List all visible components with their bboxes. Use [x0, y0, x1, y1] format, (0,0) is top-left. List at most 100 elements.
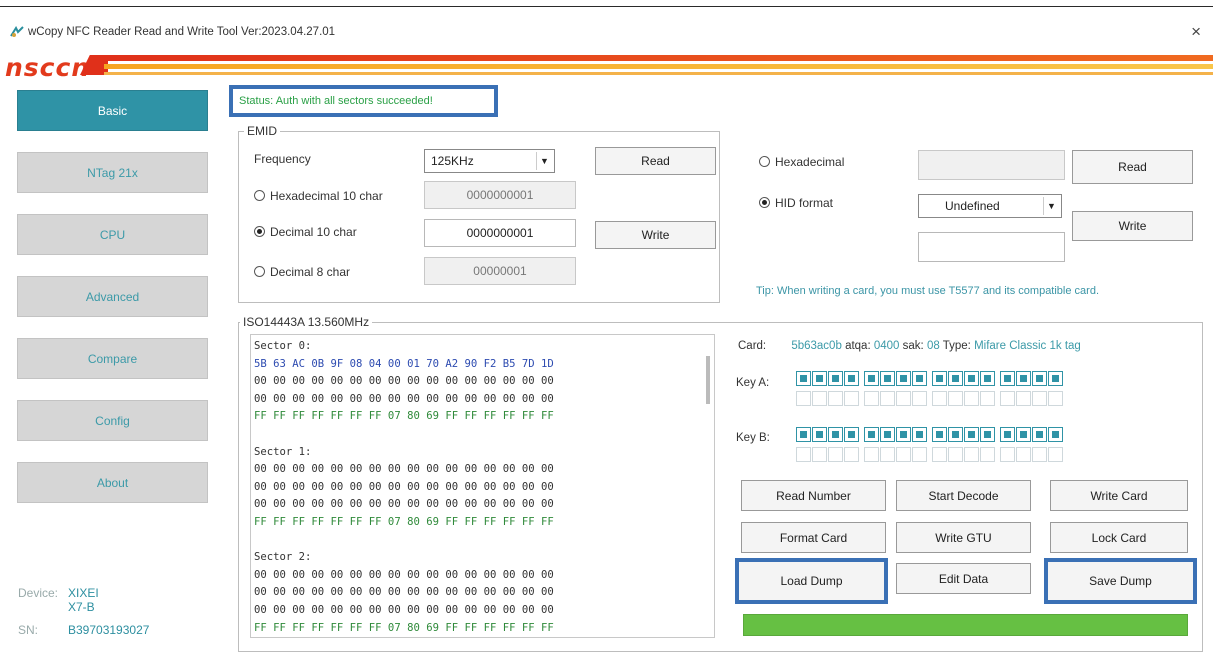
key-sector-box: [1048, 447, 1063, 462]
frequency-select[interactable]: 125KHz ▼: [424, 149, 555, 173]
format-card-button[interactable]: Format Card: [741, 522, 886, 553]
hex-dump-textarea[interactable]: Sector 0: 5B 63 AC 0B 9F 08 04 00 01 70 A…: [250, 334, 715, 638]
progress-bar: [743, 614, 1188, 636]
sak-label: sak:: [902, 340, 924, 352]
key-b-empty-row: [796, 447, 1063, 462]
title-bar: wCopy NFC Reader Read and Write Tool Ver…: [0, 18, 1213, 44]
read-number-button[interactable]: Read Number: [741, 480, 886, 511]
lock-card-button[interactable]: Lock Card: [1050, 522, 1188, 553]
radio-hex10[interactable]: Hexadecimal 10 char: [254, 189, 383, 203]
radio-hexadecimal[interactable]: Hexadecimal: [759, 155, 844, 169]
start-decode-button[interactable]: Start Decode: [896, 480, 1031, 511]
hid-format-select[interactable]: Undefined ▼: [918, 194, 1062, 218]
type-label: Type:: [942, 340, 971, 352]
key-sector-box: [1032, 447, 1047, 462]
sidebar-item-config[interactable]: Config: [17, 400, 208, 441]
key-sector-box: [864, 391, 879, 406]
hid-write-button[interactable]: Write: [1072, 211, 1193, 241]
dec10-field[interactable]: 0000000001: [424, 219, 576, 247]
type-value: Mifare Classic 1k tag: [974, 340, 1081, 352]
key-sector-box: [796, 371, 811, 386]
key-a-label: Key A:: [736, 377, 770, 389]
sidebar-item-about[interactable]: About: [17, 462, 208, 503]
key-sector-box: [1000, 371, 1015, 386]
key-sector-box: [932, 371, 947, 386]
key-sector-box: [912, 427, 927, 442]
hexadecimal-field[interactable]: [918, 150, 1065, 180]
hex-dump-line: 00 00 00 00 00 00 00 00 00 00 00 00 00 0…: [254, 392, 554, 405]
write-gtu-button[interactable]: Write GTU: [896, 522, 1031, 553]
key-sector-box: [1000, 427, 1015, 442]
key-b-status-row: [796, 427, 1063, 442]
card-info: Card: 5b63ac0b atqa: 0400 sak: 08 Type: …: [738, 340, 1081, 352]
card-label: Card:: [738, 340, 767, 352]
load-dump-button[interactable]: Load Dump: [735, 558, 888, 604]
key-sector-box: [828, 391, 843, 406]
key-sector-box: [864, 427, 879, 442]
atqa-label: atqa:: [845, 340, 871, 352]
brand-logo: nsccn: [5, 53, 91, 82]
sak-value: 08: [926, 340, 940, 352]
hex-dump-line: FF FF FF FF FF FF FF 07 80 69 FF FF FF F…: [254, 516, 554, 528]
key-sector-box: [1000, 447, 1015, 462]
chevron-down-icon[interactable]: ▼: [536, 152, 552, 170]
frequency-label: Frequency: [254, 152, 311, 166]
radio-dec10[interactable]: Decimal 10 char: [254, 225, 357, 239]
key-sector-box: [980, 391, 995, 406]
chevron-down-icon[interactable]: ▼: [1043, 197, 1059, 215]
radio-selected-icon[interactable]: [759, 197, 770, 208]
key-a-status-row: [796, 371, 1063, 386]
key-sector-box: [1048, 371, 1063, 386]
radio-icon[interactable]: [254, 190, 265, 201]
key-b-label: Key B:: [736, 432, 770, 444]
key-sector-box: [828, 427, 843, 442]
emid-group-title: EMID: [244, 124, 280, 138]
key-sector-box: [932, 427, 947, 442]
hex10-field[interactable]: 0000000001: [424, 181, 576, 209]
top-border: [0, 6, 1213, 7]
radio-dec8[interactable]: Decimal 8 char: [254, 265, 350, 279]
hex-scrollbar[interactable]: [706, 356, 710, 404]
key-sector-box: [964, 427, 979, 442]
key-sector-box: [1016, 391, 1031, 406]
key-sector-box: [812, 371, 827, 386]
emid-read-button[interactable]: Read: [595, 147, 716, 175]
key-sector-box: [828, 371, 843, 386]
emid-write-button[interactable]: Write: [595, 221, 716, 249]
hid-read-button[interactable]: Read: [1072, 150, 1193, 184]
key-sector-box: [948, 371, 963, 386]
key-sector-box: [912, 371, 927, 386]
radio-icon[interactable]: [759, 156, 770, 167]
hid-input[interactable]: [918, 232, 1065, 262]
key-sector-box: [912, 447, 927, 462]
key-sector-box: [1048, 427, 1063, 442]
hex-dump-line: 00 00 00 00 00 00 00 00 00 00 00 00 00 0…: [254, 568, 554, 581]
key-sector-box: [844, 371, 859, 386]
sidebar-item-advanced[interactable]: Advanced: [17, 276, 208, 317]
sidebar-item-basic[interactable]: Basic: [17, 90, 208, 131]
close-icon[interactable]: ×: [1191, 22, 1201, 42]
key-sector-box: [844, 427, 859, 442]
key-sector-box: [896, 427, 911, 442]
sidebar-item-ntag21x[interactable]: NTag 21x: [17, 152, 208, 193]
save-dump-button[interactable]: Save Dump: [1044, 558, 1197, 604]
status-text: Status: Auth with all sectors succeeded!: [239, 95, 433, 107]
key-sector-box: [796, 427, 811, 442]
key-sector-box: [796, 391, 811, 406]
dec8-field[interactable]: 00000001: [424, 257, 576, 285]
key-sector-box: [864, 447, 879, 462]
key-sector-box: [1016, 447, 1031, 462]
card-uid: 5b63ac0b: [791, 340, 842, 352]
radio-hid-format[interactable]: HID format: [759, 196, 833, 210]
sidebar-item-cpu[interactable]: CPU: [17, 214, 208, 255]
key-sector-box: [964, 447, 979, 462]
iso-group-title: ISO14443A 13.560MHz: [240, 315, 373, 329]
edit-data-button[interactable]: Edit Data: [896, 563, 1031, 594]
sidebar-item-compare[interactable]: Compare: [17, 338, 208, 379]
radio-selected-icon[interactable]: [254, 226, 265, 237]
key-sector-box: [1048, 391, 1063, 406]
radio-icon[interactable]: [254, 266, 265, 277]
status-box: Status: Auth with all sectors succeeded!: [229, 85, 498, 117]
brand-stripe: [104, 55, 1213, 61]
write-card-button[interactable]: Write Card: [1050, 480, 1188, 511]
